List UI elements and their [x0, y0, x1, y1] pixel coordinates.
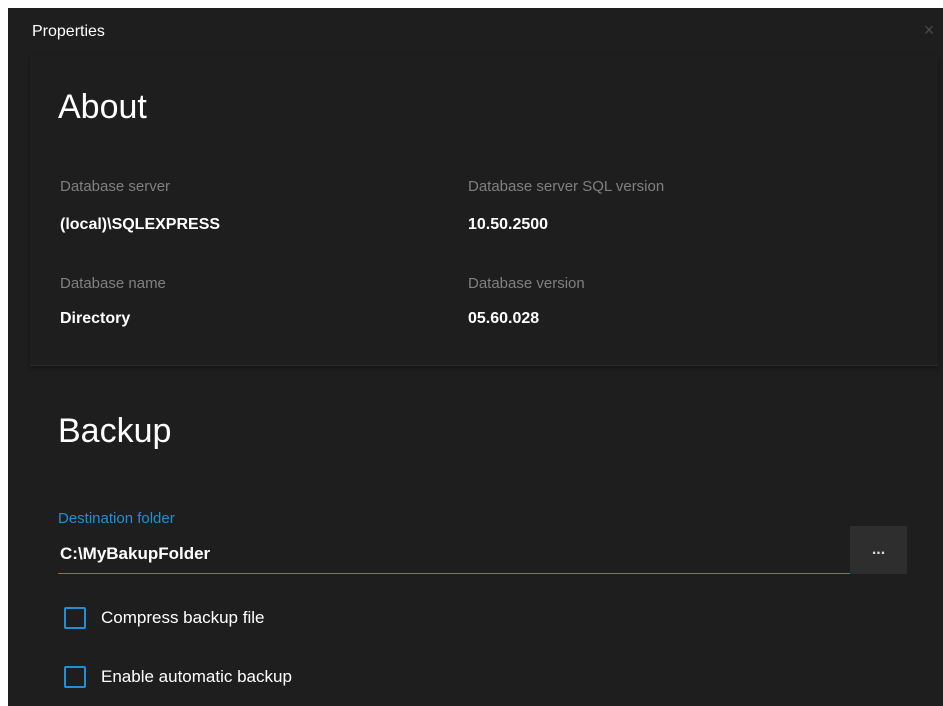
database-server-value: (local)\SQLEXPRESS — [60, 216, 221, 233]
browse-button[interactable]: ... — [850, 526, 907, 574]
about-panel: About Database server (local)\SQLEXPRESS… — [30, 56, 938, 366]
compress-backup-label: Compress backup file — [101, 608, 265, 627]
sql-version-value: 10.50.2500 — [468, 216, 549, 233]
database-version-value: 05.60.028 — [468, 310, 540, 327]
title-bar: Properties × — [8, 8, 943, 56]
destination-folder-label: Destination folder — [58, 510, 175, 527]
close-icon[interactable]: × — [919, 20, 939, 40]
checkbox-icon[interactable] — [64, 607, 86, 629]
database-name-value: Directory — [60, 310, 131, 327]
database-server-label: Database server — [60, 178, 171, 195]
backup-heading: Backup — [58, 412, 172, 450]
about-heading: About — [58, 88, 147, 126]
automatic-backup-option[interactable]: Enable automatic backup — [64, 665, 292, 689]
database-name-label: Database name — [60, 275, 166, 292]
dialog-title: Properties — [32, 23, 105, 40]
destination-folder-input[interactable] — [58, 535, 850, 574]
properties-dialog: Properties × About Database server (loca… — [8, 8, 943, 706]
compress-backup-option[interactable]: Compress backup file — [64, 606, 264, 630]
checkbox-icon[interactable] — [64, 666, 86, 688]
sql-version-label: Database server SQL version — [468, 178, 665, 195]
automatic-backup-label: Enable automatic backup — [101, 667, 292, 686]
database-version-label: Database version — [468, 275, 585, 292]
